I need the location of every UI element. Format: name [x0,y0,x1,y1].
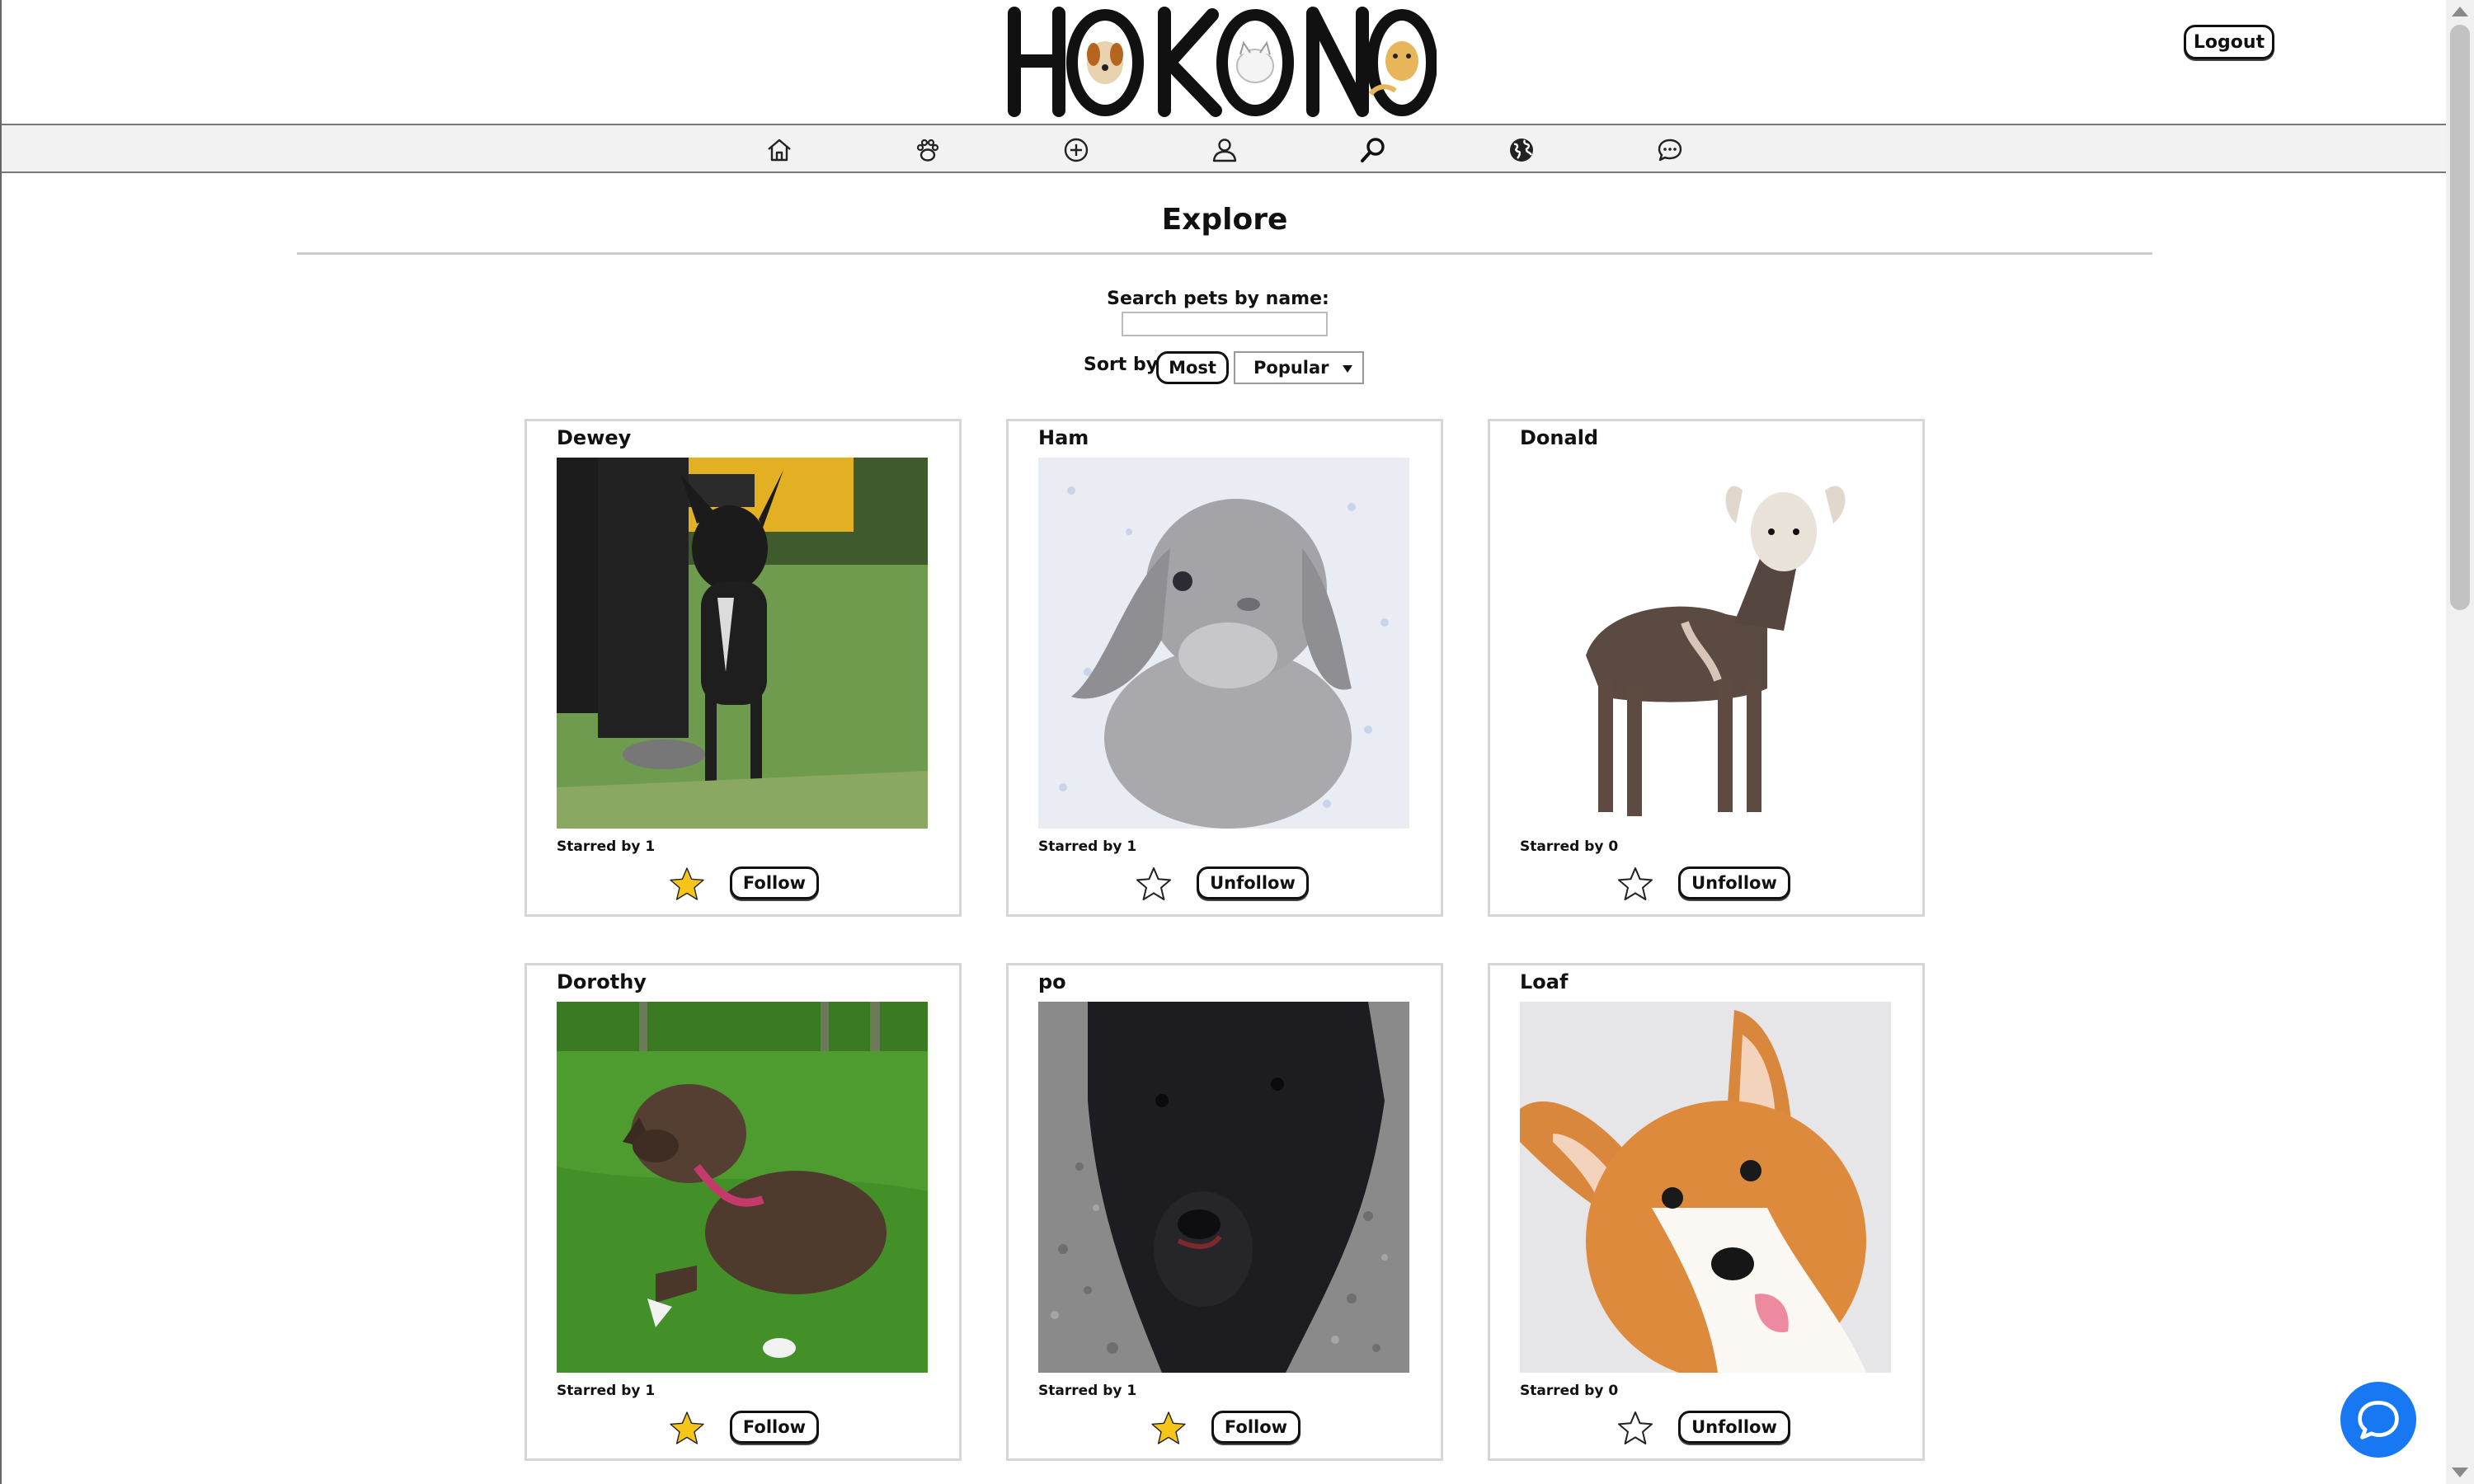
pet-photo-po [1038,1002,1409,1373]
pet-photo-loaf [1520,1002,1891,1373]
page: Logout Explore Search pets by name: Sort… [0,0,2448,1484]
sort-label: Sort by [1084,355,1159,375]
unfollow-button[interactable]: Unfollow [1678,1411,1790,1444]
starred-count: Starred by 1 [1038,838,1137,855]
title-divider [297,252,2152,255]
pet-photo[interactable] [1520,458,1891,829]
add-circle-icon [1064,138,1089,162]
pet-card: Dewey Starred by 1 Follow [524,419,962,917]
nav-search-icon[interactable] [1358,135,1388,165]
pet-photo-dorothy [557,1002,928,1373]
sort-select[interactable]: Popular [1234,351,1364,384]
star-filled-icon [670,867,704,900]
pet-card: Ham Starred by 1 Unfollow [1006,419,1443,917]
follow-button[interactable]: Follow [730,1411,819,1444]
pet-name[interactable]: Dewey [557,426,631,449]
star-shape [1136,867,1171,900]
starred-count: Starred by 1 [1038,1383,1137,1399]
star-button[interactable] [1149,1409,1188,1449]
main-nav [2,124,2448,173]
scroll-up-icon[interactable] [2452,7,2468,16]
page-title: Explore [1161,203,1288,237]
pet-photo[interactable] [1038,1002,1409,1373]
chat-icon [1658,139,1682,162]
header: Logout [2,0,2448,124]
star-button[interactable] [1134,865,1174,904]
star-shape [670,1411,704,1444]
star-outline-icon [1618,1411,1653,1444]
hokono-logo[interactable] [1008,3,1437,119]
star-button[interactable] [1616,865,1655,904]
pet-photo-dewey [557,458,928,829]
scroll-down-icon[interactable] [2452,1468,2468,1477]
scroll-thumb[interactable] [2450,25,2470,610]
follow-button[interactable]: Follow [1211,1411,1300,1444]
user-icon [1212,139,1237,162]
star-filled-icon [670,1411,704,1444]
nav-home-icon[interactable] [764,135,794,165]
pet-name[interactable]: Loaf [1520,970,1568,993]
paw-icon [916,139,939,162]
starred-count: Starred by 0 [1520,1383,1619,1399]
star-shape [670,867,704,900]
star-button[interactable] [667,865,707,904]
sort-select-value: Popular [1253,358,1329,378]
search-input[interactable] [1122,312,1328,336]
home-icon [768,139,791,162]
pet-photo[interactable] [557,458,928,829]
nav-globe-icon[interactable] [1507,135,1536,165]
pet-photo[interactable] [1520,1002,1891,1373]
star-outline-icon [1618,867,1653,900]
unfollow-button[interactable]: Unfollow [1678,866,1790,899]
pet-card: Donald Starred by 0 Unfollow [1488,419,1925,917]
search-label: Search pets by name: [1107,289,1329,309]
pet-name[interactable]: po [1038,970,1066,993]
starred-count: Starred by 1 [557,838,656,855]
follow-button[interactable]: Follow [730,866,819,899]
nav-add-icon[interactable] [1061,135,1091,165]
pet-name[interactable]: Ham [1038,426,1089,449]
nav-chat-icon[interactable] [1655,135,1685,165]
pet-card: Dorothy Starred by 1 Follow [524,963,962,1461]
starred-count: Starred by 1 [557,1383,656,1399]
pet-photo-ham [1038,458,1409,829]
chat-bubble-icon [2358,1401,2399,1439]
pet-card: po Starred by 1 Follow [1006,963,1443,1461]
star-button[interactable] [667,1409,707,1449]
logo-graphic [1008,7,1437,117]
logout-button[interactable]: Logout [2184,25,2274,59]
nav-pets-icon[interactable] [913,135,943,165]
star-shape [1618,1411,1653,1444]
globe-icon [1510,139,1533,162]
star-outline-icon [1136,867,1171,900]
search-icon [1361,138,1385,162]
pet-photo[interactable] [1038,458,1409,829]
starred-count: Starred by 0 [1520,838,1619,855]
chat-widget-button[interactable] [2340,1382,2416,1458]
pet-name[interactable]: Dorothy [557,970,647,993]
pet-name[interactable]: Donald [1520,426,1598,449]
sort-order-button[interactable]: Most [1156,351,1229,384]
unfollow-button[interactable]: Unfollow [1197,866,1309,899]
page-scrollbar[interactable] [2446,0,2474,1484]
star-shape [1151,1411,1186,1444]
nav-profile-icon[interactable] [1210,135,1239,165]
star-filled-icon [1151,1411,1186,1444]
pet-photo-donald [1520,458,1891,829]
pet-card: Loaf Starred by 0 Unfollow [1488,963,1925,1461]
star-shape [1618,867,1653,900]
pet-photo[interactable] [557,1002,928,1373]
star-button[interactable] [1616,1409,1655,1449]
chevron-down-icon [1343,365,1352,373]
